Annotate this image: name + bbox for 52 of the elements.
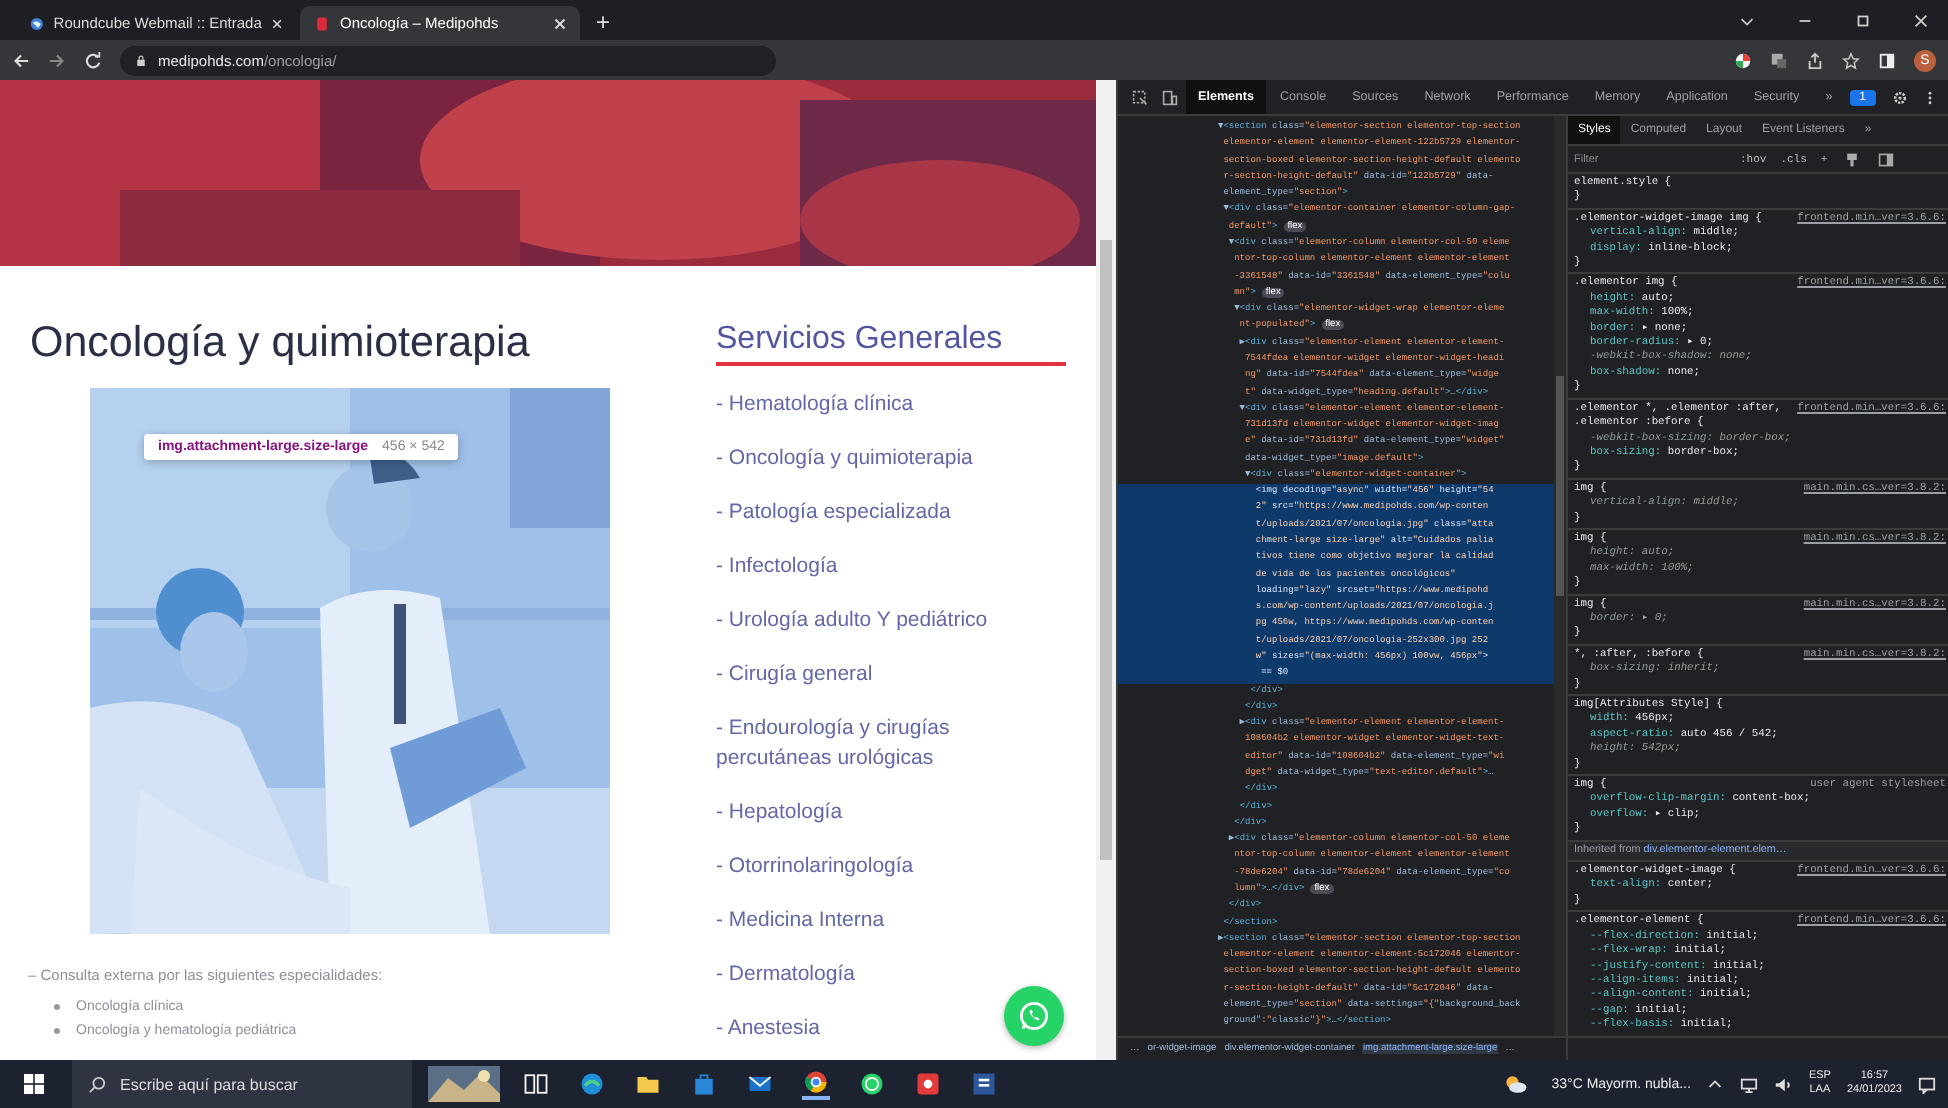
service-link[interactable]: - Otorrinolaringología (716, 852, 1066, 882)
speaker-icon[interactable] (1774, 1075, 1793, 1093)
back-arrow-icon[interactable] (12, 51, 30, 69)
favicon-icon (314, 15, 330, 31)
close-icon[interactable] (1912, 12, 1930, 30)
restore-icon[interactable] (1854, 12, 1872, 30)
close-icon[interactable] (271, 17, 282, 29)
chat-app-icon[interactable] (858, 1070, 886, 1098)
notification-icon[interactable] (1918, 1075, 1936, 1093)
service-link[interactable]: - Anestesia (716, 1014, 1066, 1044)
service-link[interactable]: - Oncología y quimioterapia (716, 444, 1066, 474)
chevron-up-icon[interactable] (1706, 1075, 1725, 1093)
inspect-icon[interactable] (1132, 89, 1148, 105)
bullet-dot (54, 1004, 60, 1010)
lock-icon (136, 53, 146, 67)
service-link[interactable]: - Urología adulto Y pediátrico (716, 606, 1066, 636)
taskbar-search-field[interactable]: Escribe aquí para buscar (72, 1060, 412, 1108)
app-icon[interactable] (914, 1070, 942, 1098)
document-app-icon[interactable] (970, 1070, 998, 1098)
search-icon (88, 1075, 106, 1093)
bullet-dot (54, 1028, 60, 1034)
store-bag-icon[interactable] (690, 1070, 718, 1098)
sidebar-heading: Servicios Generales (716, 322, 1066, 366)
service-link[interactable]: - Dermatología (716, 960, 1066, 990)
service-link[interactable]: - Endourología y cirugías percutáneas urológicas (716, 714, 1066, 774)
globe-icon (30, 15, 44, 31)
star-icon[interactable] (1842, 51, 1860, 69)
service-link[interactable]: - Patología especializada (716, 498, 1066, 528)
share-icon[interactable] (1806, 51, 1824, 69)
reload-icon[interactable] (84, 51, 102, 69)
weather-cloud-icon[interactable] (1501, 1070, 1530, 1098)
translate-icon[interactable] (1770, 51, 1788, 69)
scrollbar[interactable] (1554, 116, 1566, 1036)
settings-icon[interactable] (1892, 89, 1908, 105)
phone-bubble-icon (1016, 998, 1052, 1034)
windows-logo-icon[interactable] (24, 1074, 44, 1094)
page-title: Oncología y quimioterapia (30, 318, 532, 368)
sidebar-toggle-icon[interactable] (1877, 151, 1894, 167)
scrollbar[interactable] (1096, 80, 1116, 1060)
service-link[interactable]: - Medicina Interna (716, 906, 1066, 936)
service-link[interactable]: - Infectología (716, 552, 1066, 582)
device-icon[interactable] (1162, 89, 1178, 105)
new-tab-button[interactable]: + (584, 6, 623, 40)
paint-icon[interactable] (1843, 151, 1860, 167)
service-link[interactable]: - Cirugía general (716, 660, 1066, 690)
service-link[interactable]: - Hepatología (716, 798, 1066, 828)
network-icon[interactable] (1740, 1075, 1759, 1093)
forward-arrow-icon[interactable] (48, 51, 66, 69)
close-icon[interactable] (554, 17, 566, 29)
task-view-icon[interactable] (522, 1070, 550, 1098)
service-link[interactable]: - Hematología clínica (716, 390, 1066, 420)
side-panel-icon[interactable] (1878, 51, 1896, 69)
